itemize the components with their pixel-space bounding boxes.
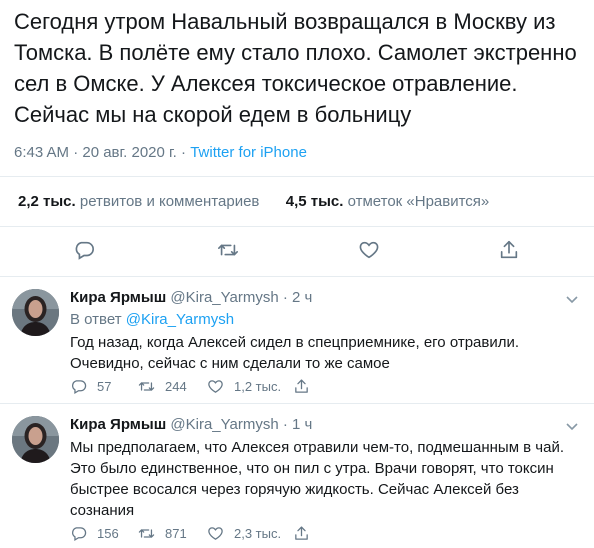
author-handle-time: @Kira_Yarmysh · 1 ч	[166, 416, 313, 433]
reply-author[interactable]: Кира Ярмыш @Kira_Yarmysh · 2 ч	[70, 289, 312, 306]
likes-count: 4,5 тыс.	[285, 193, 344, 210]
reply-actions: 57 244 1,2 тыс.	[70, 378, 490, 398]
tweet-stats: 2,2 тыс. ретвитов и комментариев 4,5 тыс…	[18, 193, 489, 210]
retweet-count: 244	[165, 379, 187, 394]
likes-label: отметок «Нравится»	[343, 193, 490, 210]
author-handle-time: @Kira_Yarmysh · 2 ч	[166, 289, 313, 306]
tweet-source-link[interactable]: Twitter for iPhone	[190, 144, 307, 161]
retweets-count: 2,2 тыс.	[18, 193, 76, 210]
in-reply-to: В ответ @Kira_Yarmysh	[70, 311, 234, 328]
tweet-text: Сегодня утром Навальный возвращался в Мо…	[14, 9, 577, 127]
tweet-actions	[0, 237, 594, 265]
retweets-stat[interactable]: 2,2 тыс. ретвитов и комментариев	[18, 193, 259, 210]
share-action[interactable]	[293, 525, 320, 542]
share-icon	[295, 526, 308, 540]
like-icon[interactable]	[356, 237, 382, 263]
like-icon	[208, 527, 223, 540]
retweet-icon	[138, 382, 155, 391]
reply-action[interactable]: 57	[70, 378, 111, 395]
reply-text: Год назад, когда Алексей сидел в спецпри…	[70, 334, 520, 372]
likes-stat[interactable]: 4,5 тыс. отметок «Нравится»	[286, 193, 490, 210]
retweet-action[interactable]: 244	[138, 378, 187, 395]
divider	[0, 226, 594, 227]
chevron-down-icon[interactable]	[564, 418, 580, 434]
retweet-icon[interactable]	[215, 237, 241, 263]
tweet-meta: 6:43 AM · 20 авг. 2020 г. · Twitter for …	[14, 144, 307, 161]
share-action[interactable]	[293, 378, 320, 395]
like-count: 1,2 тыс.	[234, 379, 282, 394]
reply-text: Мы предполагаем, что Алексея отравили че…	[70, 439, 565, 519]
reply-count: 156	[97, 526, 119, 541]
share-icon[interactable]	[496, 237, 522, 263]
reply-icon[interactable]	[71, 237, 97, 263]
in-reply-prefix: В ответ	[70, 311, 126, 328]
retweet-action[interactable]: 871	[138, 525, 187, 542]
divider	[0, 176, 594, 177]
avatar[interactable]	[12, 289, 59, 336]
reply-tweet[interactable]: Кира Ярмыш @Kira_Yarmysh · 2 ч В ответ @…	[0, 277, 594, 399]
reply-icon	[72, 380, 87, 395]
retweet-count: 871	[165, 526, 187, 541]
reply-action[interactable]: 156	[70, 525, 119, 542]
like-count: 2,3 тыс.	[234, 526, 282, 541]
retweets-label: ретвитов и комментариев	[75, 193, 260, 210]
retweet-icon	[138, 529, 155, 538]
reply-tweet[interactable]: Кира Ярмыш @Kira_Yarmysh · 1 ч Мы предпо…	[0, 404, 594, 548]
reply-actions: 156 871 2,3 тыс.	[70, 525, 490, 545]
share-icon	[295, 379, 308, 393]
like-action[interactable]: 2,3 тыс.	[207, 525, 281, 542]
like-icon	[208, 380, 223, 393]
like-action[interactable]: 1,2 тыс.	[207, 378, 281, 395]
author-name: Кира Ярмыш	[70, 289, 167, 306]
reply-icon	[72, 527, 87, 542]
in-reply-handle[interactable]: @Kira_Yarmysh	[126, 311, 234, 328]
tweet-timestamp[interactable]: 6:43 AM · 20 авг. 2020 г. ·	[14, 144, 190, 161]
reply-author[interactable]: Кира Ярмыш @Kira_Yarmysh · 1 ч	[70, 416, 312, 433]
chevron-down-icon[interactable]	[564, 291, 580, 307]
avatar[interactable]	[12, 416, 59, 463]
author-name: Кира Ярмыш	[70, 416, 167, 433]
reply-count: 57	[97, 379, 112, 394]
